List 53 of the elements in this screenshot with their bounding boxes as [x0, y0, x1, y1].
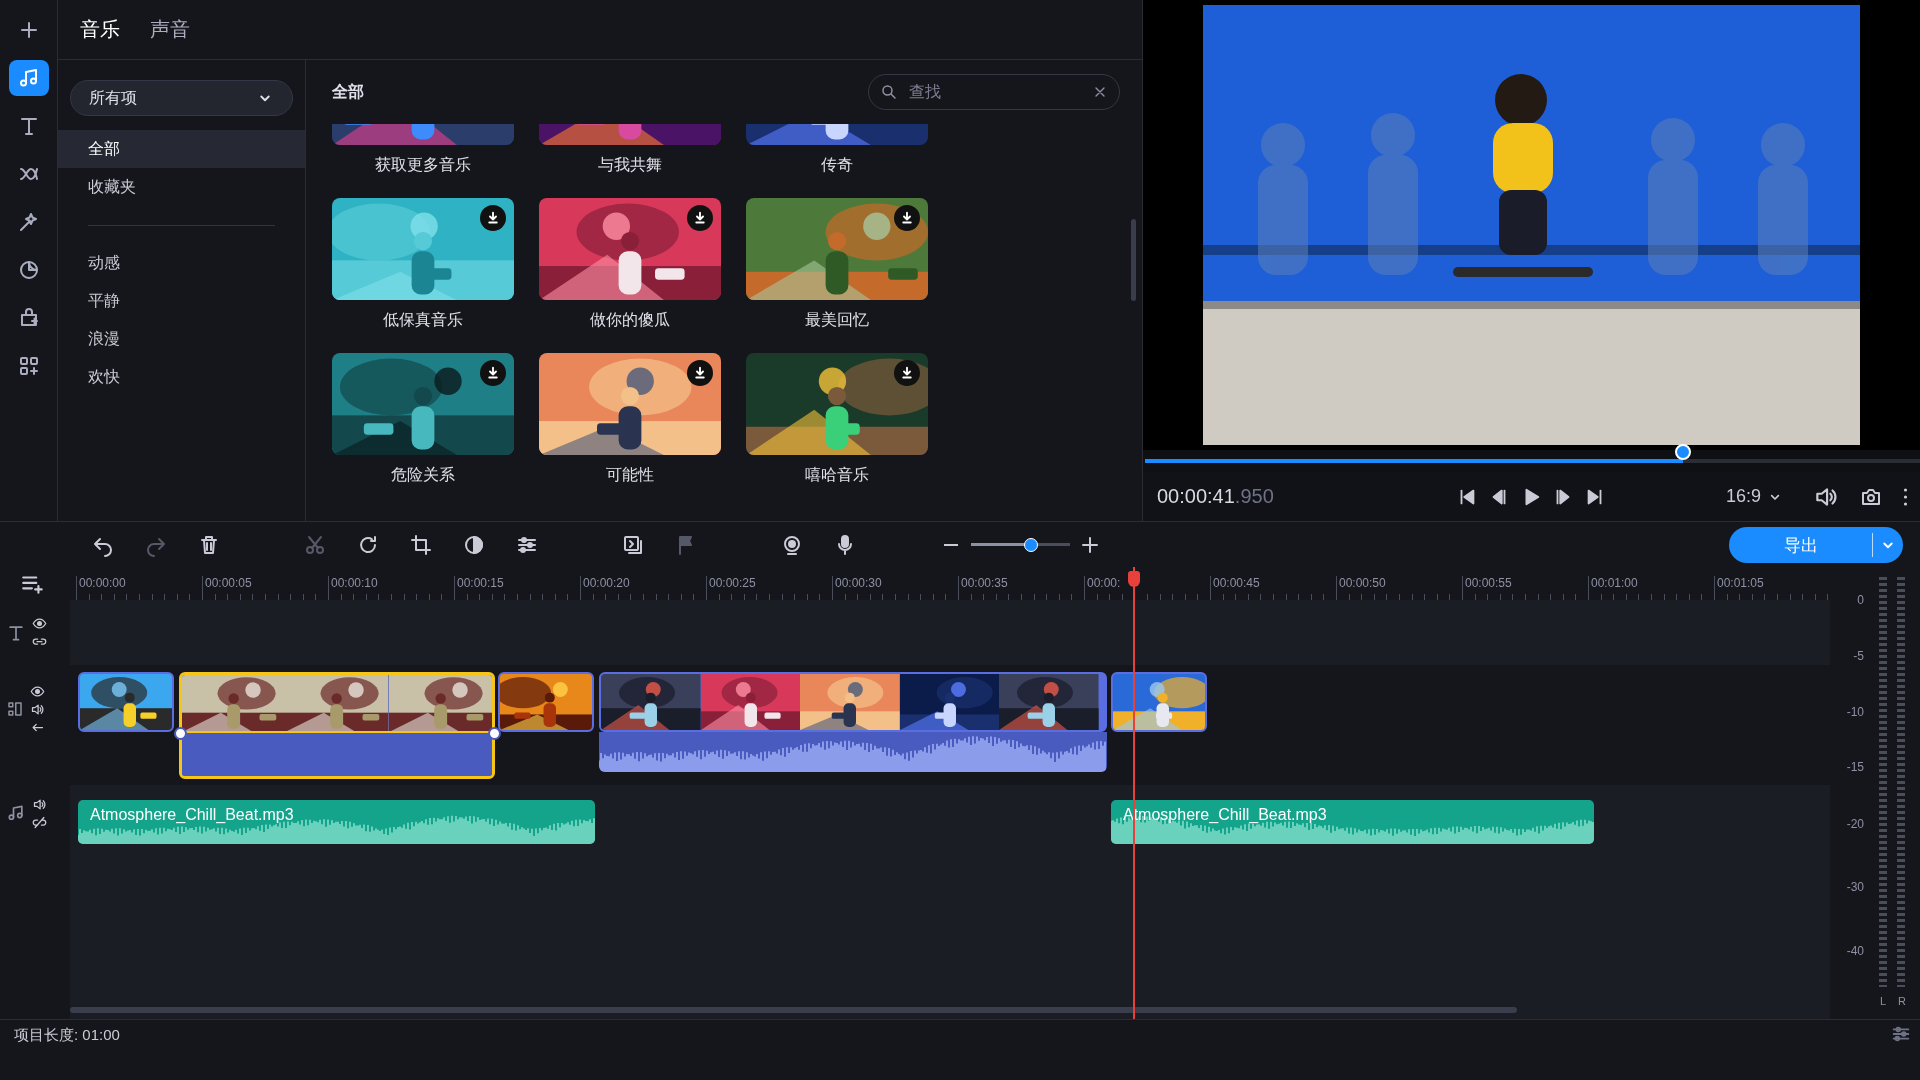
category-item[interactable]: 全部	[58, 130, 305, 168]
eye-icon	[30, 683, 45, 699]
track-title: 嘻哈音乐	[805, 465, 869, 485]
video-clip[interactable]	[179, 672, 495, 779]
meter-scale-label: -40	[1846, 944, 1864, 958]
scrollbar[interactable]	[1131, 219, 1136, 301]
timecode: 00:00:41	[1157, 485, 1235, 508]
category-item[interactable]: 欢快	[58, 358, 305, 396]
timecode-fraction: .950	[1234, 485, 1274, 508]
meter-scale-label: -20	[1846, 817, 1864, 831]
crop-icon	[409, 532, 433, 557]
track-title: 获取更多音乐	[375, 155, 471, 175]
filter-dropdown[interactable]: 所有项	[70, 80, 293, 116]
meter-scale-label: 0	[1857, 593, 1864, 607]
more-icon	[1903, 486, 1908, 507]
playhead-handle[interactable]	[1128, 571, 1140, 587]
track-title: 最美回忆	[805, 310, 869, 330]
clip-label: Atmosphere_Chill_Beat.mp3	[90, 806, 294, 824]
more-button[interactable]	[1903, 486, 1908, 507]
category-item[interactable]: 收藏夹	[58, 168, 305, 206]
category-item[interactable]: 平静	[58, 282, 305, 320]
minus-icon	[943, 543, 959, 546]
track-title: 与我共舞	[598, 155, 662, 175]
channel-label: L	[1880, 995, 1887, 1007]
category-item[interactable]: 动感	[58, 244, 305, 282]
eye-icon	[32, 616, 47, 631]
tab[interactable]: 声音	[150, 16, 190, 43]
search-icon	[880, 83, 898, 101]
seek-handle[interactable]	[1674, 444, 1691, 460]
track-title: 可能性	[606, 465, 654, 485]
meter-scale-label: -5	[1853, 649, 1864, 663]
video-clip[interactable]	[599, 672, 1107, 732]
tab[interactable]: 音乐	[80, 16, 120, 43]
film-icon	[6, 700, 24, 718]
channel-label: R	[1898, 995, 1906, 1007]
aspect-ratio-dropdown[interactable]: 16:9	[1725, 486, 1783, 507]
track-title: 危险关系	[391, 465, 455, 485]
sidebar-tab[interactable]	[8, 60, 49, 96]
category-item[interactable]: 浪漫	[58, 320, 305, 358]
search-field[interactable]: 查找	[868, 74, 1120, 110]
unlink-icon	[32, 814, 47, 830]
scrollbar[interactable]	[70, 1007, 1517, 1013]
music-note-icon	[6, 803, 26, 823]
zoom-handle[interactable]	[1024, 537, 1039, 552]
project-length: 项目长度: 01:00	[14, 1025, 120, 1045]
meter-scale-label: -15	[1846, 760, 1864, 774]
meter-scale-label: -30	[1846, 880, 1864, 894]
track-title: 做你的傻瓜	[590, 310, 670, 330]
seek-bar[interactable]	[1145, 459, 1920, 463]
track-title: 传奇	[821, 155, 853, 175]
section-title: 全部	[332, 81, 364, 102]
track-title: 低保真音乐	[383, 310, 463, 330]
meter-scale-label: -10	[1846, 705, 1864, 719]
